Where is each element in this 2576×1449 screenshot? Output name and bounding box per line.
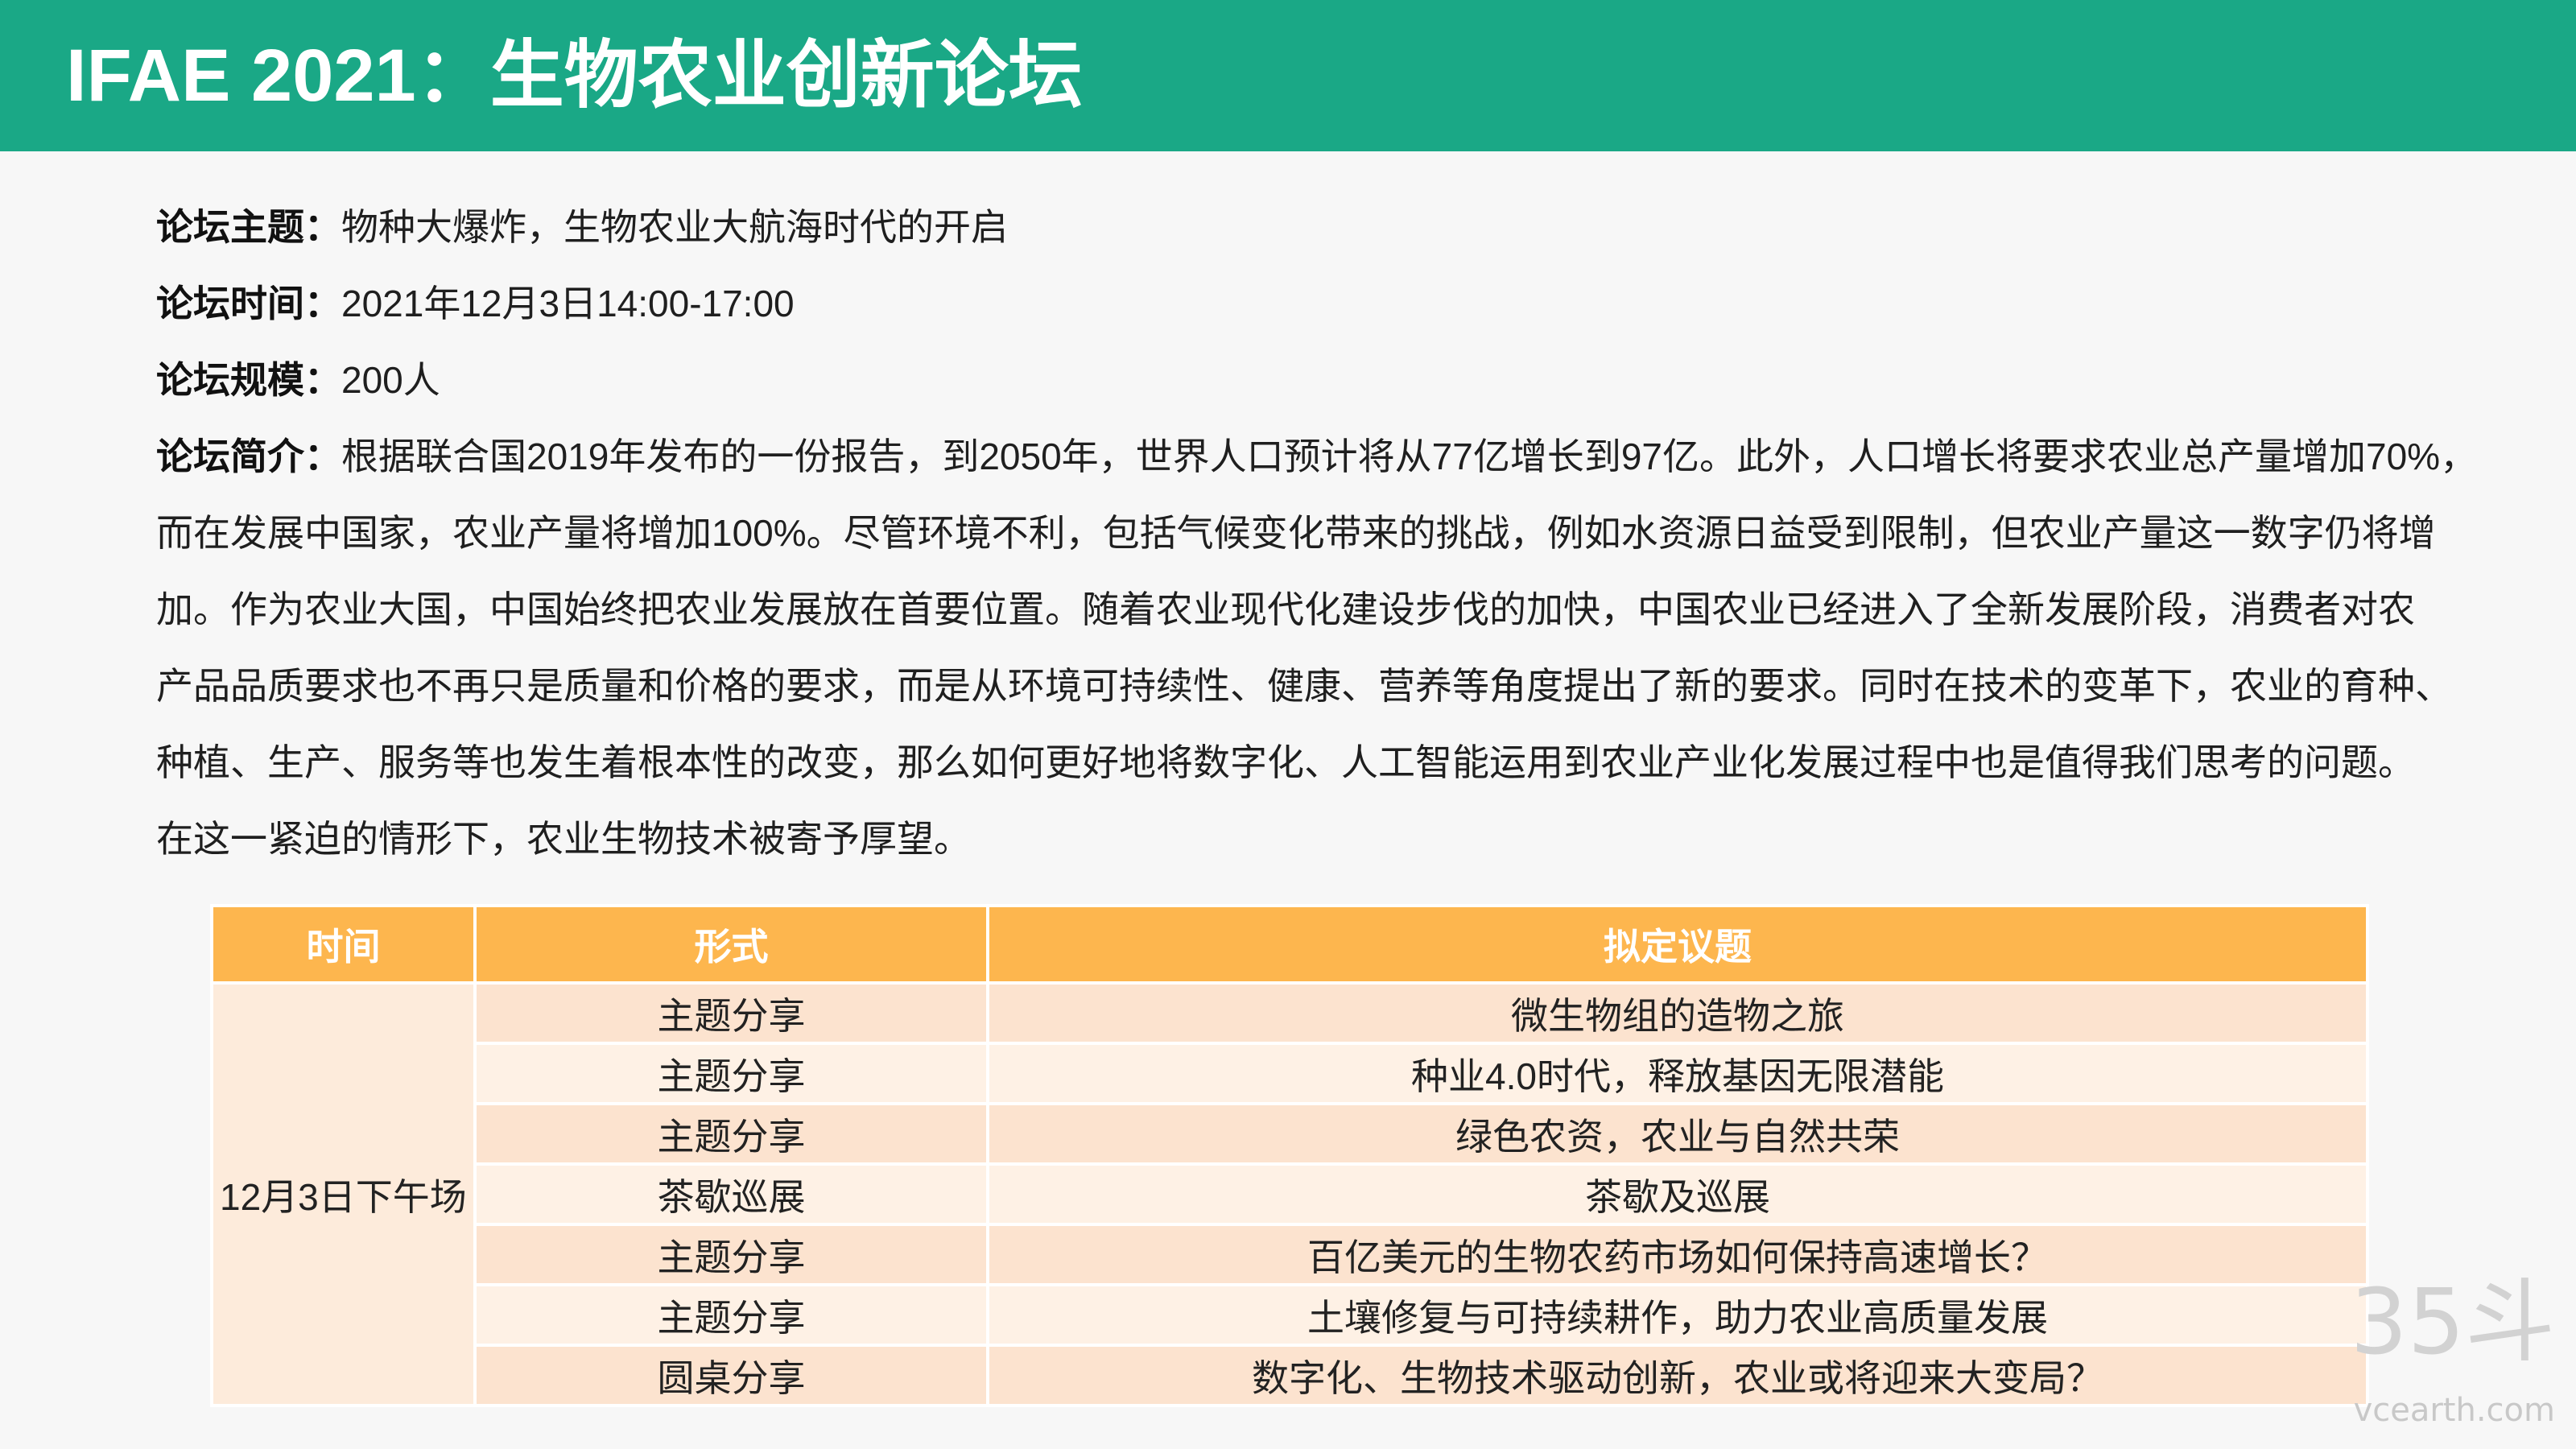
forum-intro-line: 而在发展中国家，农业产量将增加100%。尽管环境不利，包括气候变化带来的挑战，例… [156,495,2523,572]
forum-time-value: 2021年12月3日14:00-17:00 [341,283,795,324]
table-row: 12月3日下午场 主题分享 微生物组的造物之旅 [210,981,2369,1407]
topic-cell: 数字化、生物技术驱动创新，农业或将迎来大变局？ [986,1344,2369,1407]
watermark-logo: 35斗 [2350,1270,2555,1375]
forum-intro-text: 而在发展中国家，农业产量将增加100%。尽管环境不利，包括气候变化带来的挑战，例… [156,512,2436,554]
table-row: 主题分享 百亿美元的生物农药市场如何保持高速增长？ [212,1223,2369,1286]
topic-cell: 绿色农资，农业与自然共荣 [986,1102,2369,1166]
table-row: 圆桌分享 数字化、生物技术驱动创新，农业或将迎来大变局？ [212,1344,2369,1407]
forum-scale-line: 论坛规模：200人 [156,342,2523,419]
topic-cell: 土壤修复与可持续耕作，助力农业高质量发展 [986,1283,2369,1347]
forum-theme-line: 论坛主题：物种大爆炸，生物农业大航海时代的开启 [156,189,2523,266]
table-row: 茶歇巡展 茶歇及巡展 [212,1162,2369,1226]
format-cell: 主题分享 [473,1223,989,1286]
format-cell: 主题分享 [473,1042,989,1105]
format-cell: 主题分享 [473,1283,989,1347]
forum-time-line: 论坛时间：2021年12月3日14:00-17:00 [156,266,2523,342]
table-row: 主题分享 种业4.0时代，释放基因无限潜能 [212,1042,2369,1105]
column-header-time: 时间 [210,904,477,985]
format-cell: 主题分享 [473,981,989,1045]
agenda-table: 时间 形式 拟定议题 12月3日下午场 主题分享 微生物组的造物之旅 主题分享 … [210,904,2369,1407]
forum-scale-label: 论坛规模： [156,359,341,401]
forum-intro-line: 在这一紧迫的情形下，农业生物技术被寄予厚望。 [156,801,2523,877]
forum-intro-text: 在这一紧迫的情形下，农业生物技术被寄予厚望。 [156,818,971,860]
table-row: 主题分享 绿色农资，农业与自然共荣 [212,1102,2369,1166]
column-header-format: 形式 [473,904,989,985]
forum-intro-text: 加。作为农业大国，中国始终把农业发展放在首要位置。随着农业现代化建设步伐的加快，… [156,588,2415,630]
forum-intro-text: 根据联合国2019年发布的一份报告，到2050年，世界人口预计将从77亿增长到9… [341,436,2478,477]
column-header-topic: 拟定议题 [986,904,2369,985]
format-cell: 圆桌分享 [473,1344,989,1407]
topic-cell: 微生物组的造物之旅 [986,981,2369,1045]
forum-theme-label: 论坛主题： [156,206,341,248]
format-cell: 茶歇巡展 [473,1162,989,1226]
table-header-row: 时间 形式 拟定议题 [210,904,2369,985]
topic-cell: 百亿美元的生物农药市场如何保持高速增长？ [986,1223,2369,1286]
watermark-site: vcearth.com [2353,1392,2555,1429]
forum-theme-value: 物种大爆炸，生物农业大航海时代的开启 [341,206,1008,248]
forum-intro-label: 论坛简介： [156,436,341,477]
session-cell: 12月3日下午场 [210,981,477,1407]
forum-time-label: 论坛时间： [156,283,341,324]
title-bar: IFAE 2021：生物农业创新论坛 [0,0,2576,151]
forum-intro-text: 产品品质要求也不再只是质量和价格的要求，而是从环境可持续性、健康、营养等角度提出… [156,665,2452,707]
slide: IFAE 2021：生物农业创新论坛 论坛主题：物种大爆炸，生物农业大航海时代的… [0,0,2576,1449]
forum-intro-line: 加。作为农业大国，中国始终把农业发展放在首要位置。随着农业现代化建设步伐的加快，… [156,572,2523,648]
topic-cell: 茶歇及巡展 [986,1162,2369,1226]
forum-intro-text: 种植、生产、服务等也发生着根本性的改变，那么如何更好地将数字化、人工智能运用到农… [156,741,2415,783]
forum-intro-line: 种植、生产、服务等也发生着根本性的改变，那么如何更好地将数字化、人工智能运用到农… [156,724,2523,801]
table-row: 主题分享 土壤修复与可持续耕作，助力农业高质量发展 [212,1283,2369,1347]
format-cell: 主题分享 [473,1102,989,1166]
page-title: IFAE 2021：生物农业创新论坛 [66,35,1083,117]
forum-intro-line: 论坛简介：根据联合国2019年发布的一份报告，到2050年，世界人口预计将从77… [156,419,2523,495]
forum-scale-value: 200人 [341,359,440,401]
forum-info: 论坛主题：物种大爆炸，生物农业大航海时代的开启 论坛时间：2021年12月3日1… [156,189,2523,877]
topic-cell: 种业4.0时代，释放基因无限潜能 [986,1042,2369,1105]
forum-intro-line: 产品品质要求也不再只是质量和价格的要求，而是从环境可持续性、健康、营养等角度提出… [156,648,2523,724]
